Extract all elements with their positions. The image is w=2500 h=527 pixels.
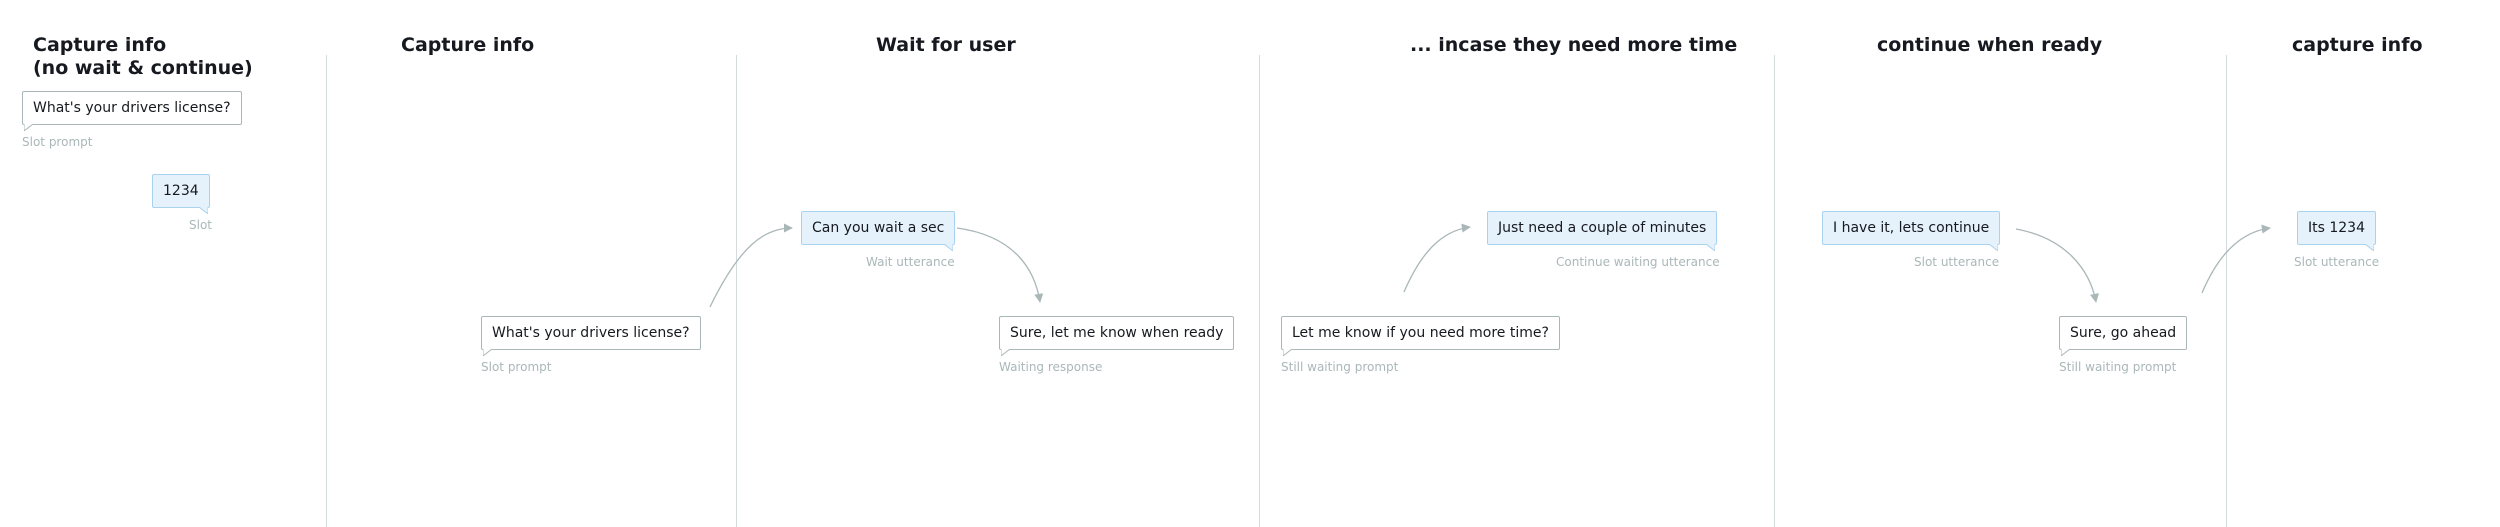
still-waiting-prompt-bubble: Let me know if you need more time? [1281, 316, 1560, 356]
speech-tail-icon [1989, 244, 1999, 251]
slot-utterance-bubble: I have it, lets continue [1822, 211, 2001, 251]
slot-value-bubble: 1234 [152, 174, 210, 214]
message-text: Sure, go ahead [2070, 325, 2177, 341]
message-text: What's your drivers license? [492, 325, 690, 341]
message-caption: Slot prompt [22, 135, 93, 149]
speech-tail-icon [483, 349, 492, 356]
message-caption: Waiting response [999, 360, 1103, 374]
speech-tail-icon [2061, 349, 2070, 356]
message-text: Its 1234 [2308, 220, 2365, 236]
slot-utterance-bubble: Its 1234 [2297, 211, 2376, 251]
message-caption: Continue waiting utterance [1556, 255, 1720, 269]
message-caption: Still waiting prompt [2059, 360, 2177, 374]
connector-arrow [2201, 224, 2271, 294]
connector-arrow [956, 227, 1044, 303]
wait-utterance-bubble: Can you wait a sec [801, 211, 956, 251]
message-caption: Slot utterance [1914, 255, 2000, 269]
message-caption: Still waiting prompt [1281, 360, 1399, 374]
flow-connectors [709, 223, 2271, 308]
still-waiting-prompt-bubble: Sure, go ahead [2059, 316, 2188, 356]
continue-waiting-utterance-bubble: Just need a couple of minutes [1487, 211, 1718, 251]
speech-tail-icon [1706, 244, 1716, 251]
connector-arrow [2015, 228, 2099, 303]
speech-tail-icon [24, 124, 33, 131]
message-caption: Slot [189, 218, 212, 232]
speech-tail-icon [2365, 244, 2374, 251]
connector-arrow [709, 223, 793, 308]
waiting-response-bubble: Sure, let me know when ready [999, 316, 1235, 356]
message-text: I have it, lets continue [1833, 220, 1990, 236]
slot-prompt-bubble: What's your drivers license? [22, 91, 242, 131]
speech-tail-icon [1001, 349, 1010, 356]
connector-arrow [1403, 223, 1471, 293]
message-text: What's your drivers license? [33, 100, 231, 116]
message-caption: Wait utterance [866, 255, 955, 269]
speech-tail-icon [1283, 349, 1292, 356]
message-text: Just need a couple of minutes [1498, 220, 1707, 236]
message-text: Can you wait a sec [812, 220, 945, 236]
speech-tail-icon [944, 244, 954, 251]
message-text: Let me know if you need more time? [1292, 325, 1549, 341]
message-caption: Slot utterance [2294, 255, 2380, 269]
message-text: 1234 [163, 183, 199, 199]
slot-prompt-bubble: What's your drivers license? [481, 316, 701, 356]
message-caption: Slot prompt [481, 360, 552, 374]
speech-tail-icon [198, 207, 208, 214]
message-text: Sure, let me know when ready [1010, 325, 1224, 341]
